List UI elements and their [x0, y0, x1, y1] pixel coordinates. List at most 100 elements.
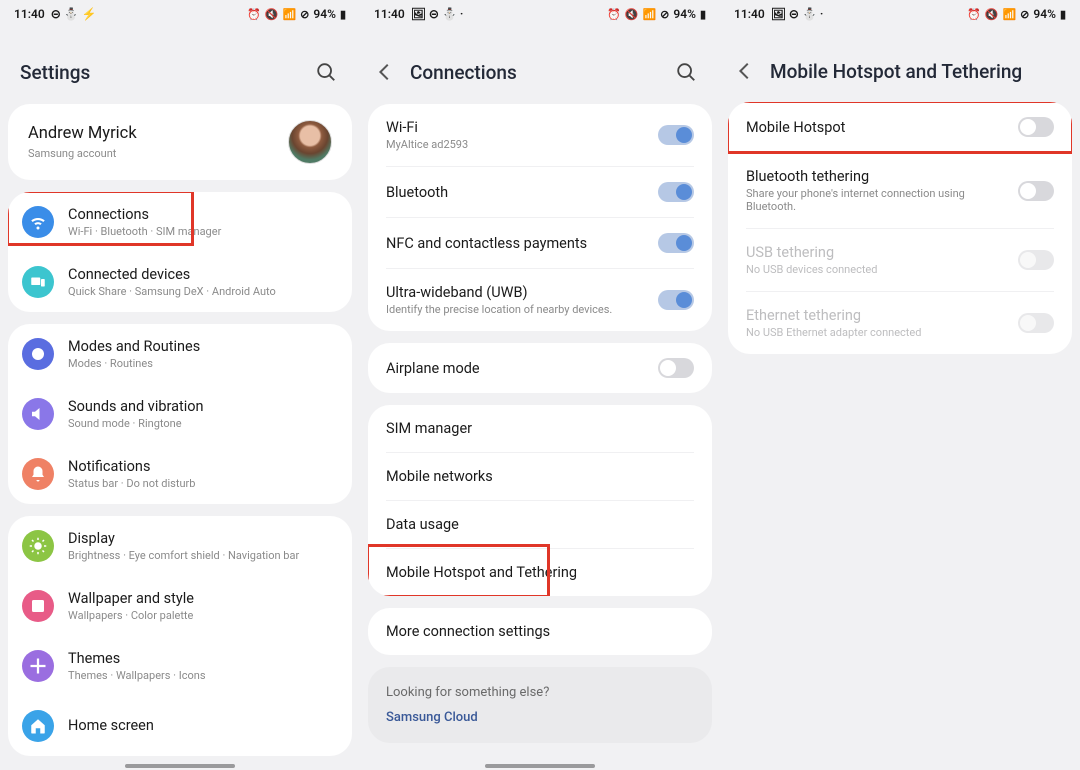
no-data-icon: ⊘ [1020, 8, 1029, 21]
row-title: Mobile Hotspot and Tethering [386, 564, 694, 581]
toggle-uwb[interactable] [658, 290, 694, 310]
back-button[interactable] [732, 58, 758, 84]
row-title: SIM manager [386, 420, 694, 437]
alarm-icon: ⏰ [247, 8, 261, 21]
battery-label: 94% [313, 7, 336, 21]
toggle-ethernet-tethering [1018, 313, 1054, 333]
status-left-icons: 🖼 ⊝ ⛄ · [411, 7, 464, 21]
row-bt-tethering[interactable]: Bluetooth tethering Share your phone's i… [728, 153, 1072, 228]
toggle-airplane[interactable] [658, 358, 694, 378]
row-home-screen[interactable]: Home screen [8, 696, 352, 756]
routines-icon [22, 338, 54, 370]
row-sub: Share your phone's internet connection u… [746, 187, 1006, 213]
row-sounds[interactable]: Sounds and vibration Sound mode · Ringto… [8, 384, 352, 444]
row-sub: MyAltice ad2593 [386, 138, 646, 151]
status-time: 11:40 [14, 7, 45, 21]
row-sub: Wallpapers · Color palette [68, 609, 334, 622]
account-sub: Samsung account [28, 147, 276, 160]
nav-handle[interactable] [485, 764, 595, 768]
row-data-usage[interactable]: Data usage [368, 501, 712, 548]
battery-label: 94% [673, 7, 696, 21]
no-data-icon: ⊘ [660, 8, 669, 21]
footer-link[interactable]: Samsung Cloud [368, 710, 712, 743]
row-title: Connections [68, 206, 334, 223]
row-sub: Themes · Wallpapers · Icons [68, 669, 334, 682]
row-display[interactable]: Display Brightness · Eye comfort shield … [8, 516, 352, 576]
account-card[interactable]: Andrew Myrick Samsung account [8, 104, 352, 180]
wifi-signal-icon: 📶 [1002, 8, 1016, 21]
row-title: Wallpaper and style [68, 590, 334, 607]
row-title: Airplane mode [386, 360, 646, 377]
toggle-usb-tethering [1018, 250, 1054, 270]
page-header: Mobile Hotspot and Tethering [720, 28, 1080, 102]
row-title: Mobile networks [386, 468, 694, 485]
settings-pane: 11:40 ⊝ ⛄ ⚡ ⏰ 🔇 📶 ⊘ 94% ▮ Settings Andre… [0, 0, 360, 770]
row-nfc[interactable]: NFC and contactless payments [368, 218, 712, 268]
row-title: Ultra-wideband (UWB) [386, 284, 646, 301]
display-icon [22, 530, 54, 562]
row-bluetooth[interactable]: Bluetooth [368, 167, 712, 217]
row-sub: Status bar · Do not disturb [68, 477, 334, 490]
row-uwb[interactable]: Ultra-wideband (UWB) Identify the precis… [368, 269, 712, 331]
account-name: Andrew Myrick [28, 124, 276, 143]
row-sub: Modes · Routines [68, 357, 334, 370]
status-left-icons: 🖼 ⊝ ⛄ · [771, 7, 824, 21]
battery-icon: ▮ [700, 8, 706, 21]
row-connected-devices[interactable]: Connected devices Quick Share · Samsung … [8, 252, 352, 312]
group-footer: Looking for something else? Samsung Clou… [368, 667, 712, 743]
search-button[interactable] [672, 58, 700, 86]
wifi-icon [22, 206, 54, 238]
search-button[interactable] [312, 58, 340, 86]
toggle-bluetooth[interactable] [658, 182, 694, 202]
row-hotspot-tethering[interactable]: Mobile Hotspot and Tethering [368, 549, 712, 596]
row-sim[interactable]: SIM manager [368, 405, 712, 452]
avatar[interactable] [288, 120, 332, 164]
row-ethernet-tethering: Ethernet tethering No USB Ethernet adapt… [728, 292, 1072, 354]
group-tethering: Mobile Hotspot Bluetooth tethering Share… [728, 102, 1072, 354]
mute-icon: 🔇 [265, 8, 279, 21]
status-bar: 11:40 🖼 ⊝ ⛄ · ⏰ 🔇 📶 ⊘ 94% ▮ [360, 0, 720, 28]
row-sub: Sound mode · Ringtone [68, 417, 334, 430]
no-data-icon: ⊘ [300, 8, 309, 21]
row-wifi[interactable]: Wi-Fi MyAltice ad2593 [368, 104, 712, 166]
row-more-connection[interactable]: More connection settings [368, 608, 712, 655]
nav-handle[interactable] [125, 764, 235, 768]
wifi-signal-icon: 📶 [642, 8, 656, 21]
status-bar: 11:40 🖼 ⊝ ⛄ · ⏰ 🔇 📶 ⊘ 94% ▮ [720, 0, 1080, 28]
back-button[interactable] [372, 59, 398, 85]
toggle-wifi[interactable] [658, 125, 694, 145]
footer-label: Looking for something else? [368, 667, 712, 710]
row-title: Ethernet tethering [746, 307, 1006, 324]
row-title: Bluetooth tethering [746, 168, 1006, 185]
row-title: Data usage [386, 516, 694, 533]
row-title: Home screen [68, 717, 334, 734]
page-title: Connections [410, 61, 660, 84]
wifi-signal-icon: 📶 [282, 8, 296, 21]
row-title: Themes [68, 650, 334, 667]
row-modes[interactable]: Modes and Routines Modes · Routines [8, 324, 352, 384]
row-title: Mobile Hotspot [746, 119, 1006, 136]
page-header: Connections [360, 28, 720, 104]
row-mobile-networks[interactable]: Mobile networks [368, 453, 712, 500]
toggle-nfc[interactable] [658, 233, 694, 253]
themes-icon [22, 650, 54, 682]
row-airplane[interactable]: Airplane mode [368, 343, 712, 393]
page-title: Mobile Hotspot and Tethering [770, 60, 1060, 83]
row-mobile-hotspot[interactable]: Mobile Hotspot [728, 102, 1072, 152]
row-sub: No USB devices connected [746, 263, 1006, 276]
row-themes[interactable]: Themes Themes · Wallpapers · Icons [8, 636, 352, 696]
row-title: Connected devices [68, 266, 334, 283]
group-mobile: SIM manager Mobile networks Data usage M… [368, 405, 712, 596]
status-time: 11:40 [734, 7, 765, 21]
row-title: Wi-Fi [386, 119, 646, 136]
row-notifications[interactable]: Notifications Status bar · Do not distur… [8, 444, 352, 504]
toggle-bt-tethering[interactable] [1018, 181, 1054, 201]
row-title: Sounds and vibration [68, 398, 334, 415]
row-sub: Wi-Fi · Bluetooth · SIM manager [68, 225, 334, 238]
row-connections[interactable]: Connections Wi-Fi · Bluetooth · SIM mana… [8, 192, 352, 252]
connections-pane: 11:40 🖼 ⊝ ⛄ · ⏰ 🔇 📶 ⊘ 94% ▮ Connections … [360, 0, 720, 770]
toggle-mobile-hotspot[interactable] [1018, 117, 1054, 137]
page-title: Settings [20, 61, 300, 84]
group-display: Display Brightness · Eye comfort shield … [8, 516, 352, 756]
row-wallpaper[interactable]: Wallpaper and style Wallpapers · Color p… [8, 576, 352, 636]
